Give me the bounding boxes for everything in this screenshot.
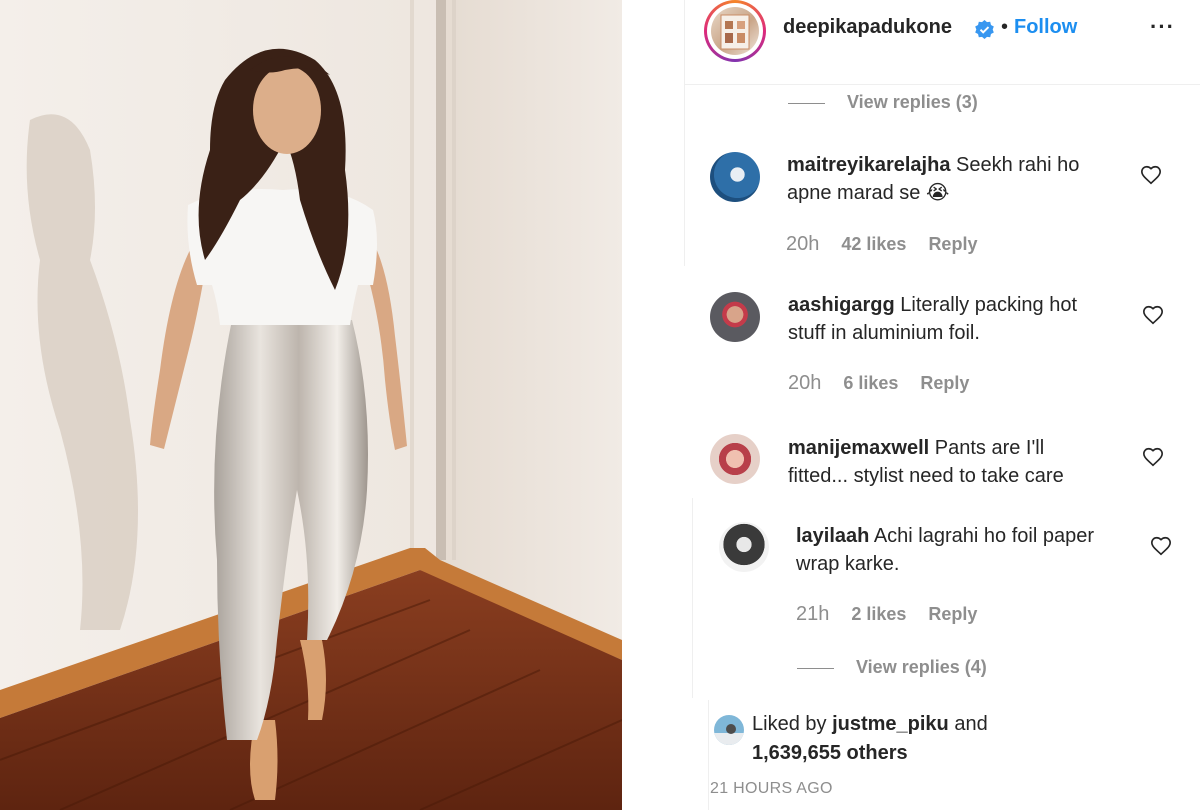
commenter-avatar[interactable]: [710, 292, 760, 342]
liked-by-and: and: [954, 713, 988, 735]
view-replies-label: View replies (3): [847, 92, 978, 112]
reply-button[interactable]: Reply: [928, 604, 977, 624]
comment-text: layilaah Achi lagrahi ho foil paper wrap…: [796, 522, 1156, 578]
liked-by-user[interactable]: justme_piku: [832, 713, 949, 735]
like-heart-icon[interactable]: [1140, 164, 1162, 186]
reply-button[interactable]: Reply: [920, 373, 969, 393]
post-image: [0, 0, 622, 810]
comment-body: Seekh rahi ho: [956, 154, 1080, 176]
comment-body-cont: apne marad se 😭: [787, 182, 950, 204]
liked-by: Liked by justme_piku and 1,639,655 other…: [752, 710, 988, 768]
comment-time: 21h: [796, 603, 830, 625]
separator-dot: •: [1001, 16, 1009, 38]
view-replies-label: View replies (4): [856, 657, 987, 677]
like-heart-icon[interactable]: [1142, 446, 1164, 468]
profile-avatar[interactable]: [704, 0, 766, 62]
comment-meta: 21h 2 likes Reply: [796, 603, 977, 626]
comment-meta: 20h 42 likes Reply: [786, 233, 977, 256]
likes-count[interactable]: 1,639,655 others: [752, 742, 908, 764]
comments-panel: deepikapadukone • Follow ··· View replie…: [684, 0, 1200, 810]
reply-button[interactable]: Reply: [928, 234, 977, 254]
comment-body-cont: stuff in aluminium foil.: [788, 322, 980, 344]
like-heart-icon[interactable]: [1150, 535, 1172, 557]
commenter-avatar[interactable]: [710, 434, 760, 484]
comment-likes[interactable]: 6 likes: [843, 373, 898, 393]
comment-username[interactable]: aashigargg: [788, 294, 895, 316]
replies-dash: [788, 102, 825, 104]
post-timestamp[interactable]: 21 HOURS AGO: [710, 780, 833, 798]
comment-text: manijemaxwell Pants are I'll fitted... s…: [788, 434, 1148, 490]
post-username[interactable]: deepikapadukone: [783, 16, 952, 39]
comment-body-cont: fitted... stylist need to take care: [788, 465, 1064, 487]
comment-body: Achi lagrahi ho foil paper: [873, 525, 1094, 547]
comment-username[interactable]: layilaah: [796, 525, 869, 547]
comment-time: 20h: [788, 372, 822, 394]
comment-body-cont: wrap karke.: [796, 553, 900, 575]
view-replies-button[interactable]: View replies (4): [797, 657, 987, 678]
comment-text: maitreyikarelajha Seekh rahi ho apne mar…: [787, 151, 1147, 207]
replies-dash: [797, 667, 834, 669]
commenter-avatar[interactable]: [710, 152, 760, 202]
comment-username[interactable]: maitreyikarelajha: [787, 154, 950, 176]
follow-button[interactable]: Follow: [1014, 16, 1077, 39]
divider: [708, 700, 709, 810]
comment-time: 20h: [786, 233, 820, 255]
view-replies-button[interactable]: View replies (3): [788, 92, 978, 113]
comment-body: Literally packing hot: [900, 294, 1078, 316]
comment-username[interactable]: manijemaxwell: [788, 437, 929, 459]
liked-by-prefix: Liked by: [752, 713, 827, 735]
avatar-image: [711, 7, 759, 55]
comment-text: aashigargg Literally packing hot stuff i…: [788, 291, 1148, 347]
commenter-avatar[interactable]: [719, 522, 769, 572]
comment-likes[interactable]: 42 likes: [841, 234, 906, 254]
post-photo[interactable]: [0, 0, 622, 810]
more-options-icon[interactable]: ···: [1150, 14, 1175, 40]
like-heart-icon[interactable]: [1142, 304, 1164, 326]
verified-badge-icon: [975, 20, 994, 39]
comment-likes[interactable]: 2 likes: [851, 604, 906, 624]
comment-meta: 20h 6 likes Reply: [788, 372, 969, 395]
comment-body: Pants are I'll: [934, 437, 1045, 459]
divider: [692, 498, 693, 698]
post-header: deepikapadukone • Follow ···: [684, 0, 1200, 85]
liker-avatar[interactable]: [714, 715, 744, 745]
divider: [684, 84, 685, 266]
